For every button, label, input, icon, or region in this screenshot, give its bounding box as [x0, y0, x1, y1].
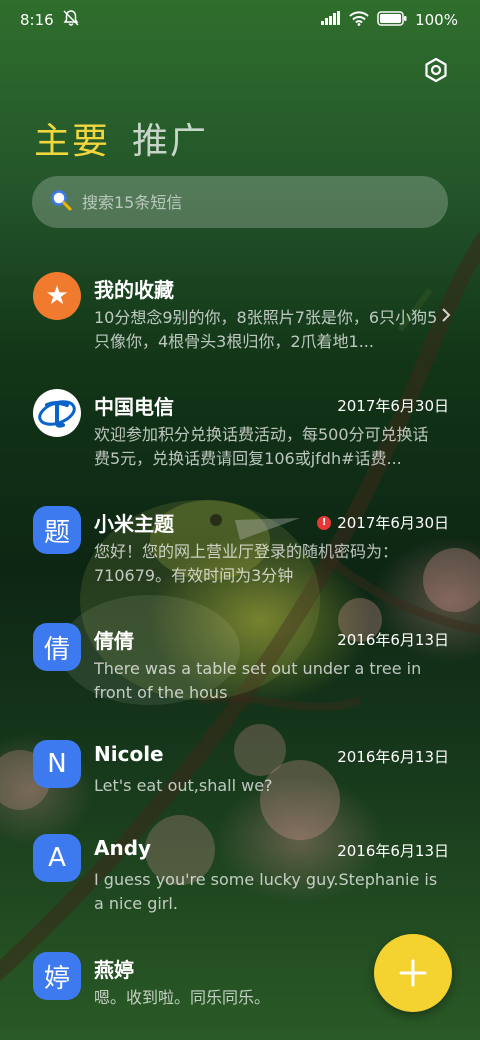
tab-primary[interactable]: 主要	[34, 112, 110, 164]
avatar: 题	[33, 506, 81, 554]
signal-icon	[321, 11, 341, 29]
hexagon-settings-icon	[425, 57, 447, 83]
avatar	[33, 389, 81, 437]
conversation-name: Andy	[94, 836, 152, 860]
avatar: 倩	[33, 623, 81, 671]
avatar-initial: N	[47, 749, 67, 779]
plus-icon	[399, 959, 427, 987]
conversation-name: 小米主题	[94, 512, 174, 536]
conversation-date: 2016年6月13日	[337, 842, 449, 860]
avatar: N	[33, 740, 81, 788]
star-icon: ★	[45, 281, 69, 311]
conversation-name: 中国电信	[94, 395, 174, 419]
conversation-name: 倩倩	[94, 629, 134, 653]
conversation-date: 2016年6月13日	[337, 748, 449, 766]
conversation-name: 燕婷	[94, 958, 134, 982]
avatar: ★	[33, 272, 81, 320]
conversation-name: 我的收藏	[94, 278, 174, 302]
avatar-initial: 婷	[43, 963, 70, 994]
wifi-icon	[349, 10, 369, 30]
status-bar: 8:16 100%	[0, 0, 480, 40]
china-telecom-logo	[38, 400, 76, 428]
new-message-button[interactable]	[374, 934, 452, 1012]
conversation-name: Nicole	[94, 742, 164, 766]
conversation-item-favorites[interactable]: ★ 我的收藏 10分想念9别的你，8张照片7张是你，6只小狗5只像你，4根骨头3…	[0, 262, 480, 372]
conversation-item-xiaomi-theme[interactable]: 题 小米主题 ! 2017年6月30日 您好！您的网上营业厅登录的随机密码为：7…	[0, 496, 480, 606]
search-icon	[50, 189, 72, 215]
avatar-initial: A	[48, 843, 66, 873]
tab-promotions[interactable]: 推广	[132, 112, 208, 164]
conversation-preview: 欢迎参加积分兑换话费活动，每500分可兑换话费5元，兑换话费请回复106或jfd…	[94, 425, 429, 468]
avatar: 婷	[33, 952, 81, 1000]
conversation-preview: Let's eat out,shall we?	[94, 776, 273, 795]
conversation-date: 2017年6月30日	[337, 397, 449, 415]
mute-bell-icon	[62, 9, 80, 31]
status-time: 8:16	[20, 11, 54, 29]
avatar: A	[33, 834, 81, 882]
conversation-date: ! 2017年6月30日	[317, 512, 449, 533]
conversation-preview: 10分想念9别的你，8张照片7张是你，6只小狗5只像你，4根骨头3根归你，2爪着…	[94, 308, 438, 351]
battery-percent: 100%	[415, 11, 458, 29]
conversation-item-qianqian[interactable]: 倩 倩倩 2016年6月13日 There was a table set ou…	[0, 613, 480, 723]
error-icon: !	[317, 515, 332, 530]
conversation-date: 2016年6月13日	[337, 631, 449, 649]
avatar-initial: 题	[43, 517, 70, 548]
conversation-preview: I guess you're some lucky guy.Stephanie …	[94, 870, 438, 913]
battery-icon	[377, 10, 407, 30]
header-tabs: 主要 推广	[34, 112, 208, 164]
conversation-preview: There was a table set out under a tree i…	[94, 659, 422, 702]
search-bar[interactable]	[32, 176, 448, 228]
conversation-preview: 您好！您的网上营业厅登录的随机密码为：710679。有效时间为3分钟	[94, 542, 399, 585]
chevron-right-icon	[440, 306, 452, 328]
conversation-item-china-telecom[interactable]: 中国电信 2017年6月30日 欢迎参加积分兑换话费活动，每500分可兑换话费5…	[0, 379, 480, 489]
search-input[interactable]	[82, 192, 402, 212]
avatar-initial: 倩	[43, 634, 70, 665]
settings-button[interactable]	[420, 54, 452, 86]
conversation-item-andy[interactable]: A Andy 2016年6月13日 I guess you're some lu…	[0, 824, 480, 934]
